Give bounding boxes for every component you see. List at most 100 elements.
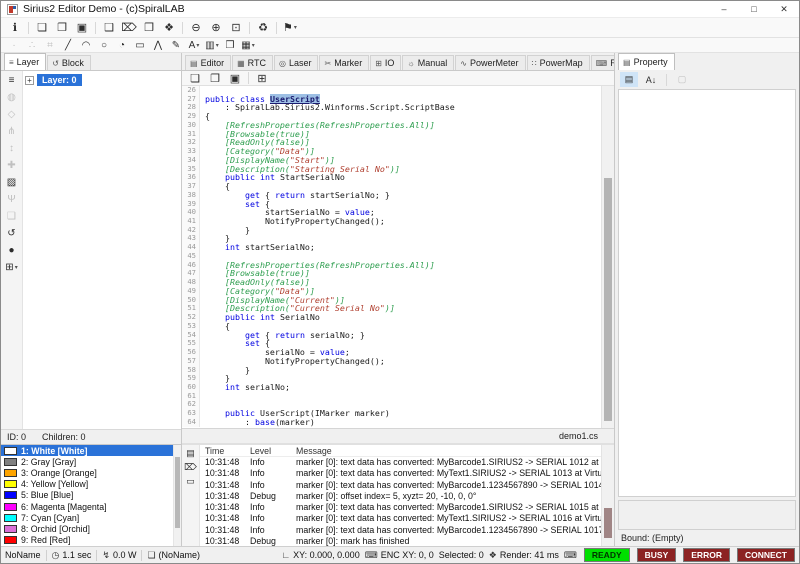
log-scrollbar[interactable] <box>601 445 614 546</box>
log-message-cell: marker [0]: text data has converted: MyT… <box>296 468 602 479</box>
delete-entity-button[interactable]: ⌦ <box>120 20 138 35</box>
paste-button[interactable]: ❒ <box>140 20 158 35</box>
code-token: int <box>225 242 240 252</box>
code-token: int <box>260 172 275 182</box>
status-laser-power: ↯0.0 W <box>102 550 136 561</box>
minimize-button[interactable]: – <box>709 1 739 17</box>
prop-categorized-button[interactable]: ▤ <box>620 72 638 87</box>
layers-button[interactable]: ≡ <box>3 74 21 87</box>
color-label: 1: White [White] <box>21 446 87 456</box>
zoom-out-button[interactable]: ⊖ <box>187 20 205 35</box>
new-button[interactable]: ❏ <box>33 20 51 35</box>
paste-special-button[interactable]: ❖ <box>160 20 178 35</box>
log-row[interactable]: 10:31:48Infomarker [0]: text data has co… <box>200 525 602 536</box>
draw-barcode-button[interactable]: ▥▾ <box>204 39 220 51</box>
log-row[interactable]: 10:31:48Infomarker [0]: text data has co… <box>200 480 602 491</box>
log-row[interactable]: 10:31:48Infomarker [0]: text data has co… <box>200 513 602 524</box>
hatch-button[interactable]: ▨ <box>3 176 21 189</box>
script-apply-button[interactable]: ⊞ <box>253 71 271 86</box>
draw-stamp-button[interactable]: ❒ <box>222 39 238 51</box>
log-header-cell: Time <box>200 445 250 456</box>
log-row[interactable]: 10:31:48Infomarker [0]: text data has co… <box>200 468 602 479</box>
scrollbar-thumb[interactable] <box>175 457 180 528</box>
log-row[interactable]: 10:31:48Debugmarker [0]: mark has finish… <box>200 536 602 546</box>
tab-rtc[interactable]: ▦RTC <box>232 55 273 70</box>
zoom-fit-button[interactable]: ⊡ <box>227 20 245 35</box>
tab-property[interactable]: ▤Property <box>618 53 675 70</box>
pen-color-item[interactable]: 7: Cyan [Cyan] <box>1 512 181 523</box>
save-button[interactable]: ▣ <box>73 20 91 35</box>
tab-editor[interactable]: ▤Editor <box>185 55 231 70</box>
draw-arc-button[interactable]: ◠ <box>78 39 94 51</box>
status-busy[interactable]: BUSY <box>637 548 677 562</box>
code-editor[interactable]: 2627public class UserScript28 : SpiralLa… <box>182 86 614 428</box>
tab-marker[interactable]: ✂Marker <box>319 55 369 70</box>
scrollbar-thumb[interactable] <box>604 178 612 421</box>
layers-icon: ≡ <box>9 75 15 86</box>
color-list-scrollbar[interactable] <box>173 445 181 546</box>
script-save-button[interactable]: ▣ <box>226 71 244 86</box>
tab-powermap[interactable]: ∷PowerMap <box>527 55 590 70</box>
status-error[interactable]: ERROR <box>683 548 730 562</box>
tree-item-layer0[interactable]: Layer: 0 <box>37 74 82 86</box>
pen-color-item[interactable]: 3: Orange [Orange] <box>1 467 181 478</box>
code-text: int startSerialNo; <box>200 243 315 252</box>
pen-color-item[interactable]: 4: Yellow [Yellow] <box>1 479 181 490</box>
about-button[interactable]: ℹ <box>6 20 24 35</box>
log-row[interactable]: 10:31:48Infomarker [0]: text data has co… <box>200 502 602 513</box>
pen-color-item[interactable]: 2: Gray [Gray] <box>1 456 181 467</box>
paste-icon: ❒ <box>144 21 154 34</box>
tab-manual[interactable]: ☼Manual <box>402 55 454 70</box>
tab-block[interactable]: ↺Block <box>47 55 91 70</box>
status-ready[interactable]: READY <box>584 548 630 562</box>
save-icon: ▣ <box>77 21 87 34</box>
keyboard-icon: ⌨ <box>564 550 577 561</box>
pen-color-item[interactable]: 6: Magenta [Magenta] <box>1 501 181 512</box>
prop-alphabetical-button[interactable]: A↓ <box>642 72 660 87</box>
close-button[interactable]: ✕ <box>769 1 799 17</box>
draw-vertex-button[interactable]: ✎ <box>168 39 184 51</box>
copy-button[interactable]: ❑ <box>100 20 118 35</box>
tab-layer[interactable]: ≡Layer <box>4 53 46 70</box>
block-tab-icon: ↺ <box>52 59 59 68</box>
import-button[interactable]: ⊞▾ <box>3 261 21 274</box>
script-open-button[interactable]: ❐ <box>206 71 224 86</box>
draw-spiral-button[interactable]: ◔ <box>114 39 130 51</box>
draw-line-button[interactable]: ╱ <box>60 39 76 51</box>
pen-color-item[interactable]: 1: White [White] <box>1 445 181 456</box>
log-row[interactable]: 10:31:48Infomarker [0]: text data has co… <box>200 457 602 468</box>
zoom-in-button[interactable]: ⊕ <box>207 20 225 35</box>
tab-label: Block <box>62 58 84 68</box>
draw-rectangle-button[interactable]: ▭ <box>132 39 148 51</box>
pen-color-item[interactable]: 5: Blue [Blue] <box>1 490 181 501</box>
draw-text-button[interactable]: A▾ <box>186 39 202 51</box>
block-button[interactable]: ↺ <box>3 227 21 240</box>
id-label: ID: 0 <box>7 432 26 442</box>
draw-barcode-icon: ▥ <box>205 40 214 51</box>
window-title: Sirius2 Editor Demo - (c)SpiralLAB <box>23 3 185 15</box>
tab-io[interactable]: ⊞IO <box>370 55 401 70</box>
delete-all-button[interactable]: ♻ <box>254 20 272 35</box>
maximize-button[interactable]: □ <box>739 1 769 17</box>
status-connect[interactable]: CONNECT <box>737 548 795 562</box>
script-new-button[interactable]: ❏ <box>186 71 204 86</box>
tree-expander-icon[interactable]: + <box>25 76 34 85</box>
draw-image-button[interactable]: ▦▾ <box>240 39 256 51</box>
tab-powermeter[interactable]: ∿PowerMeter <box>455 55 525 70</box>
log-row[interactable]: 10:31:48Debugmarker [0]: offset index= 5… <box>200 491 602 502</box>
fill-button[interactable]: ● <box>3 244 21 257</box>
open-button[interactable]: ❐ <box>53 20 71 35</box>
draw-circle-button[interactable]: ○ <box>96 39 112 51</box>
pen-color-item[interactable]: 9: Red [Red] <box>1 535 181 546</box>
measure-button[interactable]: ⚑▾ <box>281 20 299 35</box>
scrollbar-thumb[interactable] <box>604 508 612 538</box>
draw-polyline-button[interactable]: ⋀ <box>150 39 166 51</box>
pen-color-item[interactable]: 8: Orchid [Orchid] <box>1 523 181 534</box>
log-clear-button[interactable]: ⌦ <box>184 461 198 473</box>
tab-laser[interactable]: ◎Laser <box>274 55 319 70</box>
editor-scrollbar[interactable] <box>601 86 614 428</box>
code-token: int <box>260 312 275 322</box>
property-grid[interactable] <box>618 89 796 497</box>
log-folder-button[interactable]: ▭ <box>184 475 198 487</box>
log-console-button[interactable]: ▤ <box>184 447 198 459</box>
